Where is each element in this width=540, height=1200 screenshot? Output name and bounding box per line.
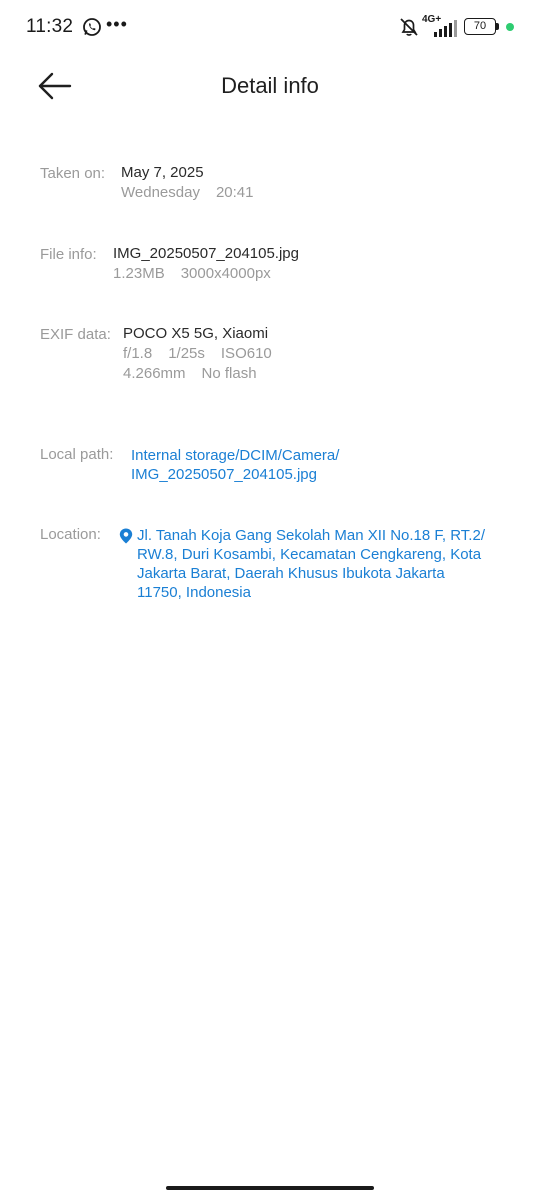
page-title: Detail info [221,73,319,98]
location-row: Location: Jl. Tanah Koja Gang Sekolah Ma… [40,526,510,604]
taken-on-value: May 7, 2025 Wednesday 20:41 [121,163,254,203]
location-line3: Jakarta Barat, Daerah Khusus Ibukota Jak… [137,565,445,582]
file-info-row: File info: IMG_20250507_204105.jpg 1.23M… [40,244,510,288]
taken-on-date: May 7, 2025 [121,164,204,181]
file-name: IMG_20250507_204105.jpg [113,245,299,262]
exif-focal-length: 4.266mm [123,365,186,382]
exif-iso: ISO610 [220,345,272,362]
taken-on-time: 20:41 [215,184,254,201]
local-path-line2: IMG_20250507_204105.jpg [131,466,317,483]
taken-on-weekday: Wednesday [121,184,200,201]
status-time: 11:32 [26,16,74,37]
battery-icon: 70 [464,18,496,35]
location-pin-icon [119,528,133,544]
exif-aperture: f/1.8 [123,345,153,362]
exif-lens: 4.266mm No flash [123,364,272,384]
file-details: 1.23MB 3000x4000px [113,264,299,284]
exif-shutter: 1/25s [168,345,205,362]
charging-dot [506,23,514,31]
file-size: 1.23MB [113,265,165,282]
local-path-link[interactable]: Internal storage/DCIM/Camera/ IMG_202505… [131,446,339,484]
file-resolution: 3000x4000px [180,265,271,282]
location-link[interactable]: Jl. Tanah Koja Gang Sekolah Man XII No.1… [137,526,485,602]
location-line2: RW.8, Duri Kosambi, Kecamatan Cengkareng… [137,546,482,563]
exif-row: EXIF data: POCO X5 5G, Xiaomi f/1.8 1/25s… [40,324,510,388]
status-overflow-icon: ••• [106,14,128,34]
location-label: Location: [40,526,101,543]
battery-level: 70 [473,20,487,32]
exif-device: POCO X5 5G, Xiaomi [123,325,269,342]
exif-value: POCO X5 5G, Xiaomi f/1.8 1/25s ISO610 4.26… [123,324,272,384]
exif-label: EXIF data: [40,326,111,343]
exif-flash: No flash [201,365,257,382]
file-info-label: File info: [40,246,97,263]
signal-icon: 4G+ [422,14,462,38]
bell-off-icon [400,18,418,36]
local-path-line1: Internal storage/DCIM/Camera/ [131,447,340,464]
home-indicator[interactable] [166,1186,374,1190]
taken-on-row: Taken on: May 7, 2025 Wednesday 20:41 [40,163,510,207]
battery-tip [496,23,499,30]
file-info-value: IMG_20250507_204105.jpg 1.23MB 3000x4000p… [113,244,299,284]
status-bar: 11:32 ••• 4G+ 70 [0,0,540,56]
header: Detail info [0,56,540,120]
signal-bars-icon [434,20,457,37]
taken-on-details: Wednesday 20:41 [121,183,254,203]
taken-on-label: Taken on: [40,165,106,182]
whatsapp-icon [83,18,101,36]
location-line4: 11750, Indonesia [137,584,251,601]
local-path-row: Local path: Internal storage/DCIM/Camera… [40,446,510,486]
local-path-label: Local path: [40,446,114,463]
exif-exposure: f/1.8 1/25s ISO610 [123,344,272,364]
location-line1: Jl. Tanah Koja Gang Sekolah Man XII No.1… [137,527,485,544]
